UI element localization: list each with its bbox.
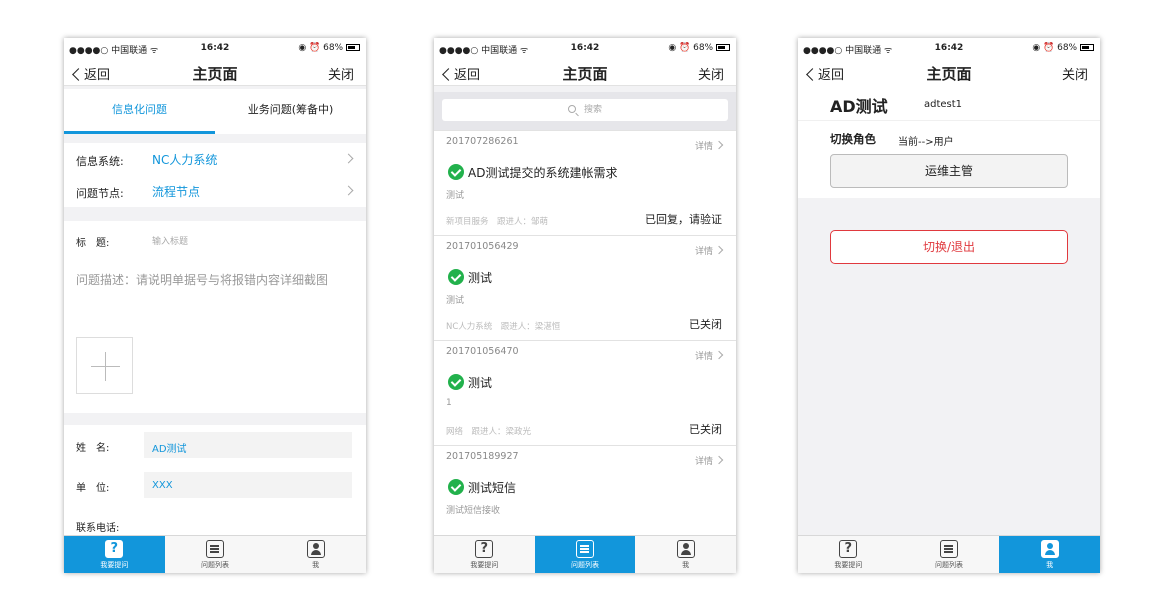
- nav-bar: 返回 主页面 关闭: [64, 58, 366, 86]
- tab-me[interactable]: 我: [635, 536, 736, 573]
- page-title: 主页面: [562, 65, 608, 83]
- role-label: 切换角色: [830, 132, 876, 146]
- user-icon: [676, 540, 695, 558]
- name-field: 姓 名: AD测试: [64, 425, 366, 465]
- bottom-tab-bar: ? 我要提问 问题列表 我: [798, 535, 1100, 573]
- node-value: 流程节点: [152, 185, 201, 199]
- detail-link[interactable]: 详情: [695, 139, 722, 152]
- tab-list[interactable]: 问题列表: [165, 536, 266, 573]
- close-button[interactable]: 关闭: [328, 64, 354, 83]
- current-role: 当前-->用户: [898, 137, 954, 148]
- profile-header: AD测试 adtest1: [798, 86, 1100, 120]
- chevron-right-icon: [343, 153, 354, 164]
- close-button[interactable]: 关闭: [1062, 64, 1088, 83]
- unit-field: 单 位: XXX: [64, 465, 366, 505]
- detail-link[interactable]: 详情: [695, 454, 722, 467]
- tab-ask[interactable]: ? 我要提问: [798, 536, 899, 573]
- nav-bar: 返回 主页面 关闭: [434, 58, 736, 86]
- status-bar: ●●●●○ 中国联通 ᯤ 16:42 ◉ ⏰ 68%: [64, 38, 366, 58]
- list-item[interactable]: 201707286261 详情 AD测试提交的系统建帐需求 测试 新项目服务 跟…: [434, 130, 736, 235]
- status-text: 已关闭: [689, 423, 722, 436]
- question-icon: ?: [105, 540, 124, 558]
- search-icon: [567, 105, 576, 113]
- system-value: NC人力系统: [152, 153, 218, 167]
- node-row[interactable]: 问题节点: 流程节点: [64, 175, 366, 207]
- tab-ask[interactable]: ? 我要提问: [434, 536, 535, 573]
- user-account: adtest1: [924, 99, 963, 110]
- status-text: 已关闭: [689, 318, 722, 331]
- add-image-button[interactable]: [76, 337, 133, 394]
- tab-it-issue[interactable]: 信息化问题: [64, 89, 215, 134]
- page-title: 主页面: [192, 65, 238, 83]
- system-row[interactable]: 信息系统: NC人力系统: [64, 143, 366, 175]
- battery-icon: [346, 44, 360, 51]
- battery-status: ◉ ⏰ 68%: [1032, 43, 1094, 53]
- detail-link[interactable]: 详情: [695, 244, 722, 257]
- status-bar: ●●●●○ 中国联通 ᯤ 16:42 ◉ ⏰ 68%: [434, 38, 736, 58]
- role-ops-manager-button[interactable]: 运维主管: [830, 154, 1068, 188]
- battery-status: ◉ ⏰ 68%: [298, 43, 360, 53]
- chevron-right-icon: [343, 185, 354, 196]
- detail-link[interactable]: 详情: [695, 349, 722, 362]
- check-circle-icon: [448, 164, 464, 180]
- battery-status: ◉ ⏰ 68%: [668, 43, 730, 53]
- tab-list[interactable]: 问题列表: [899, 536, 1000, 573]
- list-item[interactable]: 201701056470 详情 测试 1 网络 跟进人：梁政光 已关闭: [434, 340, 736, 445]
- question-card: 标 题: 输入标题 问题描述：请说明单据号与将报错内容详细截图: [64, 221, 366, 413]
- unit-input[interactable]: XXX: [144, 472, 352, 498]
- name-input[interactable]: AD测试: [144, 432, 352, 458]
- list-icon: [576, 540, 594, 558]
- list-icon: [940, 540, 958, 558]
- switch-logout-button[interactable]: 切换/退出: [830, 230, 1068, 264]
- description-input[interactable]: 问题描述：请说明单据号与将报错内容详细截图: [64, 257, 366, 337]
- tab-me[interactable]: 我: [265, 536, 366, 573]
- search-input[interactable]: 搜索: [442, 99, 728, 121]
- search-bar: 搜索: [434, 92, 736, 130]
- category-tabs: 信息化问题 业务问题(筹备中): [64, 89, 366, 134]
- title-field[interactable]: 标 题: 输入标题: [64, 221, 366, 257]
- check-circle-icon: [448, 479, 464, 495]
- battery-icon: [1080, 44, 1094, 51]
- nav-bar: 返回 主页面 关闭: [798, 58, 1100, 86]
- question-icon: ?: [475, 540, 494, 558]
- list-icon: [206, 540, 224, 558]
- check-circle-icon: [448, 374, 464, 390]
- status-text: 已回复，请验证: [645, 213, 722, 226]
- title-input[interactable]: 输入标题: [152, 234, 188, 247]
- status-bar: ●●●●○ 中国联通 ᯤ 16:42 ◉ ⏰ 68%: [798, 38, 1100, 58]
- bottom-tab-bar: ? 我要提问 问题列表 我: [434, 535, 736, 573]
- user-icon: [1040, 540, 1059, 558]
- list-item[interactable]: 201701056429 详情 测试 测试 NC人力系统 跟进人：梁湛恒 已关闭: [434, 235, 736, 340]
- close-button[interactable]: 关闭: [698, 64, 724, 83]
- page-title: 主页面: [926, 65, 972, 83]
- question-icon: ?: [839, 540, 858, 558]
- check-circle-icon: [448, 269, 464, 285]
- tab-list[interactable]: 问题列表: [534, 536, 636, 573]
- system-card: 信息系统: NC人力系统 问题节点: 流程节点: [64, 143, 366, 207]
- phone-ask-screen: ●●●●○ 中国联通 ᯤ 16:42 ◉ ⏰ 68% 返回 主页面 关闭 信息化…: [64, 38, 366, 573]
- user-icon: [306, 540, 325, 558]
- tab-ask[interactable]: ? 我要提问: [64, 536, 165, 573]
- battery-icon: [716, 44, 730, 51]
- phone-me-screen: ●●●●○ 中国联通 ᯤ 16:42 ◉ ⏰ 68% 返回 主页面 关闭 AD测…: [798, 38, 1100, 573]
- tab-me[interactable]: 我: [999, 536, 1100, 573]
- user-name: AD测试: [830, 97, 888, 116]
- bottom-tab-bar: ? 我要提问 问题列表 我: [64, 535, 366, 573]
- tab-business-issue[interactable]: 业务问题(筹备中): [215, 89, 366, 134]
- phone-list-screen: ●●●●○ 中国联通 ᯤ 16:42 ◉ ⏰ 68% 返回 主页面 关闭 搜索 …: [434, 38, 736, 573]
- role-section: 切换角色 当前-->用户 运维主管: [798, 120, 1100, 198]
- contact-card: 姓 名: AD测试 单 位: XXX 联系电话:: [64, 425, 366, 545]
